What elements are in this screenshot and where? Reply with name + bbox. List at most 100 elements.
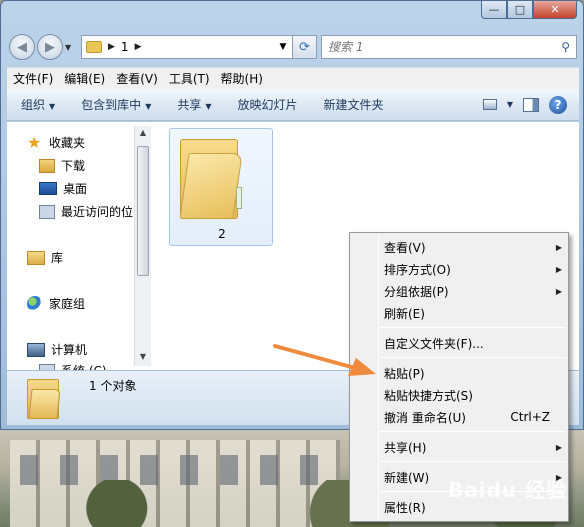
submenu-arrow-icon: ▶ (555, 242, 562, 252)
menu-item-share[interactable]: 共享(H) ▶ (384, 437, 564, 457)
submenu-arrow-icon: ▶ (555, 286, 562, 296)
chevron-down-icon: ▼ (49, 102, 56, 111)
folder-item[interactable]: 2 (169, 128, 273, 246)
menu-item-undo-label: 撤消 重命名(U) (384, 410, 466, 425)
search-input[interactable] (328, 40, 562, 54)
organize-label: 组织 (21, 98, 46, 112)
refresh-icon: ⟳ (299, 39, 310, 55)
item-count: 1 个对象 (89, 379, 137, 393)
menu-item-paste[interactable]: 粘贴(P) (384, 363, 564, 383)
new-folder-button[interactable]: 新建文件夹 (324, 96, 384, 113)
nav-libraries[interactable]: 库 (27, 249, 63, 266)
navigation-pane: ★ 收藏夹 下载 桌面 最近访问的位 库 家庭组 计算机 ▲ ▼ (7, 122, 151, 370)
folder-name: 2 (218, 227, 226, 241)
new-folder-label: 新建文件夹 (323, 98, 384, 112)
nav-computer[interactable]: 计算机 (27, 341, 87, 358)
menu-item-undo-rename[interactable]: 撤消 重命名(U) Ctrl+Z (384, 407, 564, 427)
folder-icon (179, 135, 250, 219)
address-dropdown-icon[interactable]: ▼ (274, 42, 292, 52)
nav-drive-c[interactable]: 系统 (C) (39, 362, 107, 370)
back-button[interactable]: ◀ (9, 34, 35, 60)
menu-item-refresh-label: 刷新(E) (384, 306, 425, 321)
breadcrumb-chevron-icon[interactable]: ▶ (135, 42, 142, 52)
search-box[interactable]: ⚲ (321, 35, 577, 59)
menu-separator (380, 461, 566, 462)
watermark: Baidu 经验 (448, 478, 568, 502)
menu-view[interactable]: 查看(V) (116, 70, 158, 87)
menu-item-new-label: 新建(W) (384, 470, 430, 485)
help-icon[interactable]: ? (549, 95, 567, 114)
share-label: 共享 (177, 98, 202, 112)
slideshow-label: 放映幻灯片 (237, 98, 298, 112)
star-icon: ★ (27, 132, 42, 152)
nav-desktop[interactable]: 桌面 (39, 180, 87, 197)
address-bar[interactable]: ▶ 1 ▶ ▼ (81, 35, 293, 59)
minimize-button[interactable]: — (481, 1, 507, 19)
library-icon (27, 250, 45, 265)
menu-tools[interactable]: 工具(T) (169, 70, 210, 87)
menu-item-paste-label: 粘贴(P) (384, 366, 425, 381)
breadcrumb-segment[interactable]: 1 (121, 40, 129, 54)
organize-button[interactable]: 组织 ▼ (21, 96, 55, 113)
menu-file[interactable]: 文件(F) (13, 70, 53, 87)
menu-item-paste-shortcut[interactable]: 粘贴快捷方式(S) (384, 385, 564, 405)
menu-item-customize[interactable]: 自定义文件夹(F)... (384, 333, 564, 353)
view-dropdown-icon[interactable]: ▼ (507, 100, 513, 109)
computer-icon (27, 342, 45, 357)
folder-icon (86, 41, 102, 53)
nav-recent[interactable]: 最近访问的位 (39, 203, 133, 220)
menu-item-properties-label: 属性(R) (384, 500, 426, 515)
menu-edit[interactable]: 编辑(E) (64, 70, 105, 87)
menu-separator (380, 431, 566, 432)
submenu-arrow-icon: ▶ (555, 264, 562, 274)
forward-button[interactable]: ▶ (37, 34, 63, 60)
include-library-label: 包含到库中 (81, 98, 142, 112)
menu-item-group-label: 分组依据(P) (384, 284, 449, 299)
scroll-down-icon[interactable]: ▼ (137, 352, 149, 364)
nav-favorites[interactable]: ★ 收藏夹 (27, 134, 85, 151)
scroll-up-icon[interactable]: ▲ (137, 128, 149, 140)
menu-item-share-label: 共享(H) (384, 440, 427, 455)
menu-item-refresh[interactable]: 刷新(E) (384, 303, 564, 323)
nav-scrollbar[interactable]: ▲ ▼ (134, 126, 151, 366)
menu-separator (380, 327, 566, 328)
menu-item-view-label: 查看(V) (384, 240, 426, 255)
menu-item-sort-by[interactable]: 排序方式(O) ▶ (384, 259, 564, 279)
nav-homegroup[interactable]: 家庭组 (27, 295, 85, 312)
menu-bar: 文件(F) 编辑(E) 查看(V) 工具(T) 帮助(H) (7, 67, 579, 89)
maximize-button[interactable]: □ (507, 1, 533, 19)
menu-item-view[interactable]: 查看(V) ▶ (384, 237, 564, 257)
nav-libraries-label: 库 (51, 251, 64, 265)
toolbar-right: ▼ ? (482, 95, 579, 114)
slideshow-button[interactable]: 放映幻灯片 (238, 96, 298, 113)
include-in-library-button[interactable]: 包含到库中 ▼ (81, 96, 151, 113)
details-folder-icon (27, 377, 65, 421)
recent-pages-dropdown[interactable]: ▼ (65, 43, 77, 52)
nav-favorites-label: 收藏夹 (49, 136, 86, 150)
menu-item-group-by[interactable]: 分组依据(P) ▶ (384, 281, 564, 301)
nav-drive-label: 系统 (C) (61, 362, 107, 370)
menu-item-paste-shortcut-label: 粘贴快捷方式(S) (384, 388, 473, 403)
menu-help[interactable]: 帮助(H) (221, 70, 263, 87)
command-bar: 组织 ▼ 包含到库中 ▼ 共享 ▼ 放映幻灯片 新建文件夹 ▼ ? (7, 89, 579, 121)
recent-places-icon (39, 204, 55, 219)
close-button[interactable]: ✕ (533, 1, 577, 19)
nav-computer-label: 计算机 (51, 343, 88, 357)
forward-arrow-icon: ▶ (45, 39, 55, 55)
menu-gutter (378, 235, 379, 519)
search-icon[interactable]: ⚲ (561, 40, 570, 54)
preview-pane-icon[interactable] (523, 97, 539, 112)
nav-desktop-label: 桌面 (63, 182, 88, 196)
nav-downloads[interactable]: 下载 (39, 157, 85, 174)
menu-item-sort-label: 排序方式(O) (384, 262, 451, 277)
menu-separator (380, 357, 566, 358)
change-view-icon[interactable] (482, 99, 497, 110)
breadcrumb-chevron-icon[interactable]: ▶ (108, 42, 115, 52)
share-button[interactable]: 共享 ▼ (177, 96, 211, 113)
navigation-bar: ◀ ▶ ▼ ▶ 1 ▶ ▼ ⟳ ⚲ (9, 31, 577, 63)
downloads-folder-icon (39, 158, 55, 173)
homegroup-icon (27, 295, 43, 312)
back-arrow-icon: ◀ (17, 39, 27, 55)
scroll-thumb[interactable] (137, 146, 149, 276)
refresh-button[interactable]: ⟳ (293, 35, 317, 59)
